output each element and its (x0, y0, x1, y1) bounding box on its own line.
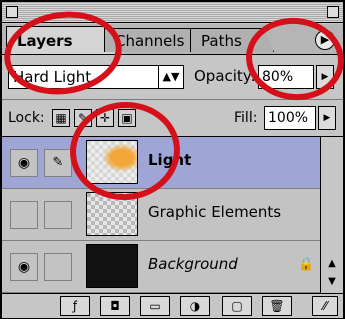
link-toggle-empty[interactable] (44, 201, 72, 229)
scroll-down-icon[interactable]: ▼ (323, 273, 341, 291)
select-arrows-icon: ▲▼ (158, 66, 183, 88)
layer-thumbnail (86, 140, 138, 184)
layer-row-background[interactable]: ◉ Background 🔒 (2, 241, 320, 293)
lock-all-icon[interactable]: ▣ (118, 109, 136, 127)
tab-paths[interactable]: Paths (190, 28, 274, 52)
layer-name: Background (148, 255, 238, 273)
layer-thumbnail (86, 244, 138, 288)
eye-icon[interactable]: ◉ (10, 253, 38, 281)
collapse-box-icon[interactable] (327, 6, 339, 18)
eye-icon[interactable]: ◉ (10, 149, 38, 177)
blend-mode-value: Hard Light (13, 68, 92, 86)
fill-slider-button[interactable]: ▶ (318, 106, 336, 130)
opacity-input[interactable]: 80% (258, 65, 314, 89)
layer-thumbnail (86, 192, 138, 236)
layer-name: Light (148, 151, 192, 169)
layer-style-icon[interactable]: ƒ (60, 296, 90, 316)
layers-palette: Layers Channels Paths ▶ Hard Light ▲▼ Op… (0, 0, 345, 319)
resize-grip-icon[interactable]: ⁄⁄ (312, 296, 338, 316)
layers-list: ◉ ✎ Light Graphic Elements ◉ Background … (2, 137, 343, 293)
new-set-icon[interactable]: ▭ (140, 296, 170, 316)
trash-icon[interactable]: 🗑 (262, 296, 292, 316)
lock-transparent-icon[interactable]: ▦ (52, 109, 70, 127)
layer-row-light[interactable]: ◉ ✎ Light (2, 137, 320, 189)
brush-icon[interactable]: ✎ (44, 149, 72, 177)
tab-layers-label: Layers (17, 32, 73, 50)
palette-tabs: Layers Channels Paths ▶ (2, 24, 343, 55)
lock-image-icon[interactable]: ✎ (74, 109, 92, 127)
lock-label: Lock: (8, 110, 45, 126)
lock-position-icon[interactable]: ✛ (96, 109, 114, 127)
opacity-slider-button[interactable]: ▶ (316, 65, 334, 89)
new-layer-icon[interactable]: ▢ (222, 296, 252, 316)
lock-row: Lock: ▦ ✎ ✛ ▣ Fill: 100% ▶ (2, 100, 343, 137)
layer-row-graphic-elements[interactable]: Graphic Elements (2, 189, 320, 241)
panel-menu-icon[interactable]: ▶ (315, 30, 335, 50)
tab-layers[interactable]: Layers (6, 26, 116, 54)
fill-input[interactable]: 100% (264, 106, 316, 130)
visibility-toggle-empty[interactable] (10, 201, 38, 229)
layers-scrollbar[interactable]: ▲ ▼ (320, 137, 343, 293)
scroll-up-icon[interactable]: ▲ (323, 255, 341, 273)
tab-channels-label: Channels (115, 32, 185, 50)
fill-label: Fill: (234, 110, 258, 126)
palette-title-bar[interactable] (2, 2, 343, 23)
opacity-label: Opacity: (194, 67, 256, 85)
blend-row: Hard Light ▲▼ Opacity: 80% ▶ (2, 55, 343, 100)
tab-channels[interactable]: Channels (104, 28, 204, 52)
lock-icon: 🔒 (298, 257, 315, 272)
tab-paths-label: Paths (201, 32, 242, 50)
layer-mask-icon[interactable]: ◘ (100, 296, 130, 316)
layer-name: Graphic Elements (148, 203, 282, 221)
adjustment-layer-icon[interactable]: ◑ (180, 296, 210, 316)
blend-mode-select[interactable]: Hard Light ▲▼ (8, 65, 184, 89)
link-toggle-empty[interactable] (44, 253, 72, 281)
close-box-icon[interactable] (6, 6, 18, 18)
fill-value: 100% (268, 110, 309, 126)
bottom-toolbar: ƒ ◘ ▭ ◑ ▢ 🗑 ⁄⁄ (2, 293, 343, 318)
opacity-value: 80% (262, 69, 294, 85)
